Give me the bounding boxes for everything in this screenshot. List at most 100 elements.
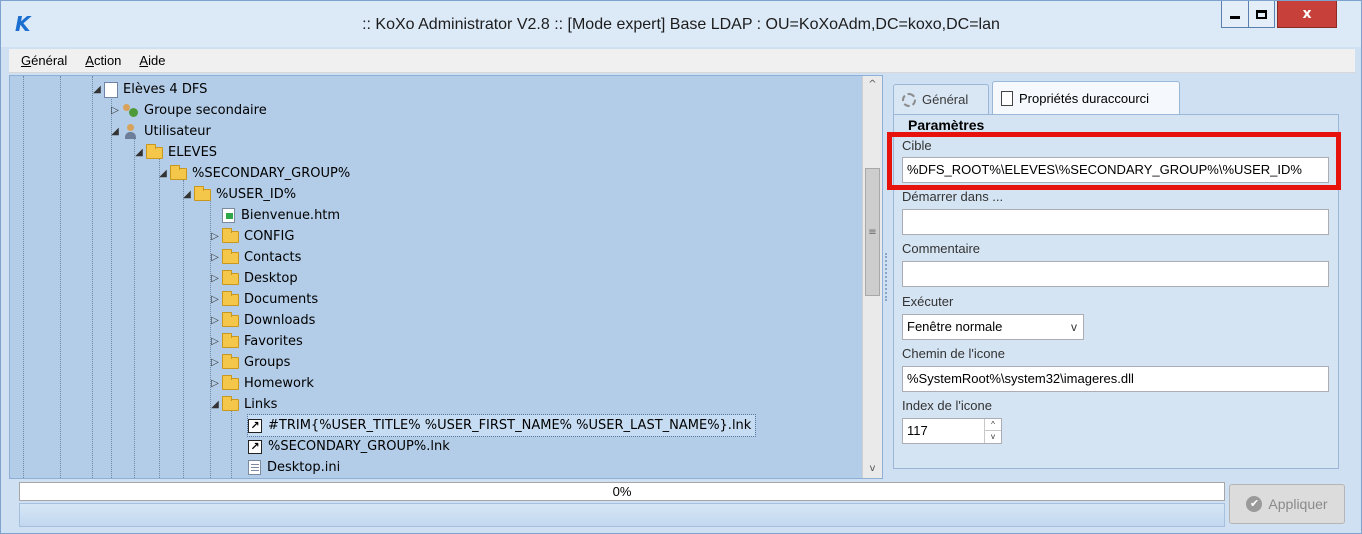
expand-icon[interactable]: ▷ (108, 100, 122, 121)
tree-item[interactable]: ◢ Utilisateur (108, 121, 211, 142)
menu-aide-label: ide (148, 53, 166, 68)
menu-aide-accel: A (139, 53, 149, 68)
tree-guide-line (23, 76, 24, 478)
executer-label: Exécuter (902, 294, 954, 309)
tree-item[interactable]: ▷ Downloads (208, 310, 315, 331)
menu-action-accel: A (85, 53, 94, 68)
tree-item[interactable]: Bienvenue.htm (208, 205, 340, 226)
spin-up-icon[interactable]: ^ (985, 419, 1001, 431)
tree-guide-line (134, 138, 135, 478)
chemin-icone-input[interactable]: %SystemRoot%\system32\imageres.dll (902, 366, 1329, 392)
collapse-icon[interactable]: ◢ (180, 184, 194, 205)
menu-action-label: ction (93, 53, 122, 68)
index-icone-spinner[interactable]: 117 ^ v (902, 418, 1002, 444)
properties-panel: Général Propriétés duraccourci Paramètre… (889, 75, 1355, 479)
tree-guide-line (159, 159, 160, 478)
expand-icon[interactable]: ▷ (208, 352, 222, 373)
collapse-icon[interactable]: ◢ (156, 163, 170, 184)
tree-item[interactable]: ▷ Documents (208, 289, 318, 310)
tree-item-label: Links (244, 397, 278, 412)
collapse-icon[interactable]: ◢ (132, 142, 146, 163)
tree-item[interactable]: ↗ %SECONDARY_GROUP%.lnk (248, 436, 450, 457)
commentaire-input[interactable] (902, 261, 1329, 287)
html-file-icon (222, 208, 235, 223)
tree-item-selected[interactable]: ↗ #TRIM{%USER_TITLE% %USER_FIRST_NAME% %… (246, 414, 757, 437)
minimize-icon (1230, 15, 1240, 19)
expand-icon[interactable]: ▷ (208, 373, 222, 394)
expand-icon[interactable]: ▷ (208, 226, 222, 247)
tree-item-label: Downloads (244, 313, 316, 328)
tree-item-label: Groups (244, 355, 291, 370)
tree-item[interactable]: ◢ Links (208, 394, 277, 415)
tab-general[interactable]: Général (893, 84, 989, 114)
tab-shortcut-properties[interactable]: Propriétés duraccourci (992, 81, 1180, 115)
menu-bar: Général Action Aide (9, 49, 1355, 73)
tab-content: Paramètres Cible %DFS_ROOT%\ELEVES\%SECO… (893, 114, 1339, 469)
scroll-up-icon[interactable]: ^ (863, 76, 882, 94)
tree-item-label: Elèves 4 DFS (123, 82, 208, 97)
tree-guide-line (60, 76, 61, 478)
tree-item-label: Contacts (244, 250, 302, 265)
executer-value: Fenêtre normale (907, 319, 1003, 334)
folder-icon (222, 290, 239, 306)
app-window: K :: KoXo Administrator V2.8 :: [Mode ex… (0, 0, 1362, 534)
tree-item-label: Groupe secondaire (144, 103, 267, 118)
scroll-thumb[interactable]: ≡ (865, 168, 880, 296)
scroll-down-icon[interactable]: v (863, 460, 882, 478)
apply-button[interactable]: ✔ Appliquer (1229, 484, 1345, 524)
window-title: :: KoXo Administrator V2.8 :: [Mode expe… (362, 16, 1000, 33)
expand-icon[interactable]: ▷ (208, 331, 222, 352)
tree-item-label: %SECONDARY_GROUP%.lnk (268, 439, 450, 454)
close-button[interactable]: x (1277, 1, 1337, 28)
cible-input[interactable]: %DFS_ROOT%\ELEVES\%SECONDARY_GROUP%\%USE… (902, 157, 1329, 183)
demarrer-label: Démarrer dans ... (902, 189, 1004, 204)
menu-aide[interactable]: Aide (139, 53, 165, 68)
tree-scrollbar[interactable]: ^ ≡ v (862, 76, 882, 478)
tree-item-label: Desktop (244, 271, 298, 286)
tree-item[interactable]: ▷ Groupe secondaire (108, 100, 267, 121)
folder-icon (146, 143, 163, 159)
folder-icon (222, 374, 239, 390)
executer-select[interactable]: Fenêtre normale v (902, 314, 1084, 340)
minimize-button[interactable] (1221, 1, 1248, 28)
index-icone-label: Index de l'icone (902, 398, 992, 413)
ini-file-icon (248, 460, 261, 475)
tree-item[interactable]: ▷ Desktop (208, 268, 298, 289)
folder-icon (222, 395, 239, 411)
tree-item[interactable]: ▷ CONFIG (208, 226, 294, 247)
tree-item[interactable]: ▷ Groups (208, 352, 290, 373)
expand-icon[interactable]: ▷ (208, 289, 222, 310)
demarrer-input[interactable] (902, 209, 1329, 235)
tree-item[interactable]: ▷ Homework (208, 373, 314, 394)
expand-icon[interactable]: ▷ (208, 310, 222, 331)
folder-icon (222, 269, 239, 285)
progress-label: 0% (612, 484, 632, 499)
tree-item[interactable]: ◢ ELEVES (132, 142, 217, 163)
maximize-button[interactable] (1248, 1, 1275, 28)
collapse-icon[interactable]: ◢ (108, 121, 122, 142)
tree-item[interactable]: ▷ Favorites (208, 331, 303, 352)
tree-item[interactable]: ▷ Contacts (208, 247, 301, 268)
panel-splitter[interactable] (885, 253, 888, 301)
tree-item[interactable]: ◢ Elèves 4 DFS (90, 79, 207, 100)
spin-down-icon[interactable]: v (985, 431, 1001, 443)
expand-icon[interactable]: ▷ (208, 268, 222, 289)
folder-icon (170, 164, 187, 180)
title-bar[interactable]: K :: KoXo Administrator V2.8 :: [Mode ex… (1, 1, 1361, 47)
group-icon (122, 103, 140, 119)
menu-general[interactable]: Général (21, 53, 67, 68)
tree-item-label: ELEVES (168, 145, 218, 160)
menu-action[interactable]: Action (85, 53, 121, 68)
tree-item[interactable]: Desktop.ini (248, 457, 340, 478)
tree-view[interactable]: ◢ Elèves 4 DFS ▷ Groupe secondaire ◢ Uti… (10, 76, 862, 478)
collapse-icon[interactable]: ◢ (208, 394, 222, 415)
tree-item[interactable]: ◢ %SECONDARY_GROUP% (156, 163, 350, 184)
tree-item-label: Favorites (244, 334, 303, 349)
gear-icon (902, 92, 916, 107)
cible-label: Cible (902, 138, 932, 153)
expand-icon[interactable]: ▷ (208, 247, 222, 268)
tree-item-label: Utilisateur (144, 124, 211, 139)
chevron-down-icon: v (1071, 320, 1077, 334)
collapse-icon[interactable]: ◢ (90, 79, 104, 100)
tree-item[interactable]: ◢ %USER_ID% (180, 184, 296, 205)
